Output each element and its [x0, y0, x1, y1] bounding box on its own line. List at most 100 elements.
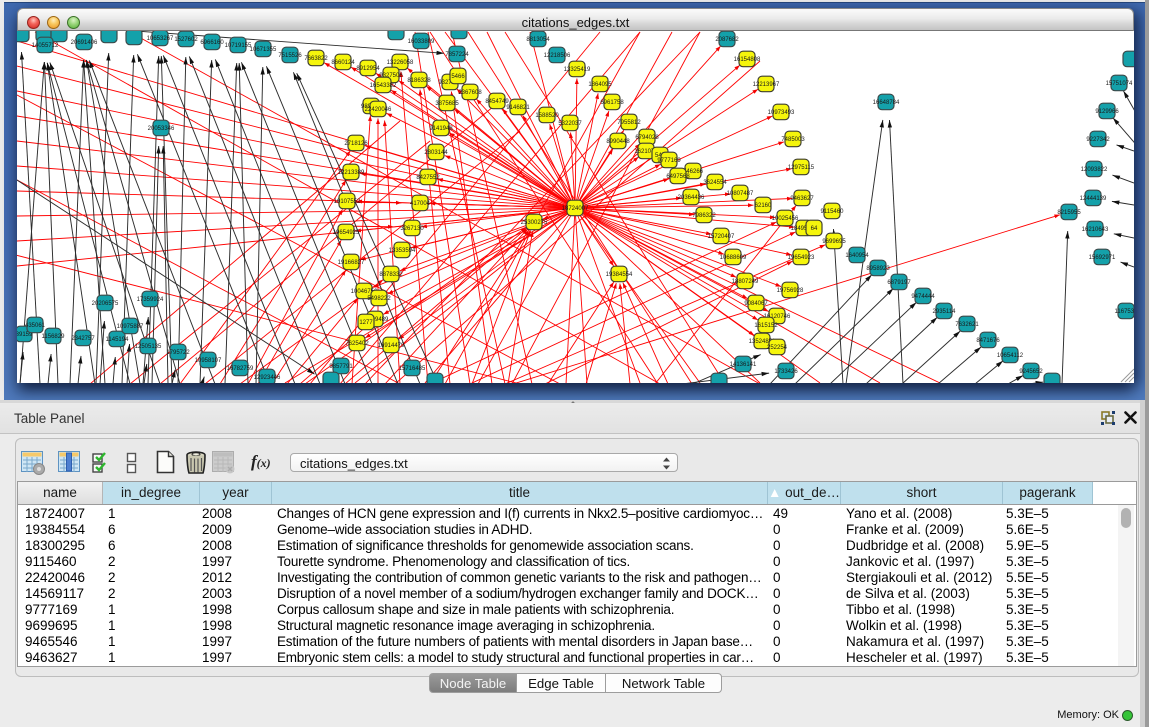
svg-text:435061: 435061	[25, 323, 46, 329]
svg-text:9084067: 9084067	[744, 301, 768, 307]
svg-text:10719155: 10719155	[225, 43, 252, 49]
svg-text:7955812: 7955812	[617, 120, 641, 126]
svg-text:16648784: 16648784	[873, 100, 900, 106]
svg-text:8813054: 8813054	[526, 37, 550, 43]
svg-text:6794028: 6794028	[635, 135, 659, 141]
svg-text:15692971: 15692971	[1089, 255, 1116, 261]
svg-text:13325419: 13325419	[564, 67, 591, 73]
svg-text:19166827: 19166827	[338, 260, 365, 266]
svg-text:9699695: 9699695	[822, 239, 846, 245]
svg-text:6879197: 6879197	[887, 280, 911, 286]
svg-text:7632621: 7632621	[955, 322, 979, 328]
svg-text:1527602: 1527602	[174, 37, 198, 43]
svg-text:16154808: 16154808	[734, 57, 761, 63]
svg-text:2718126: 2718126	[344, 141, 368, 147]
svg-text:3875685: 3875685	[435, 101, 459, 107]
svg-text:10671355: 10671355	[250, 47, 277, 53]
svg-text:19384554: 19384554	[606, 272, 633, 278]
svg-text:12923446: 12923446	[254, 375, 281, 381]
svg-text:12093822: 12093822	[1081, 167, 1108, 173]
svg-text:13353594: 13353594	[389, 248, 416, 254]
svg-text:8215955: 8215955	[1057, 210, 1081, 216]
svg-text:1156829: 1156829	[42, 334, 66, 340]
svg-text:8427552: 8427552	[416, 175, 440, 181]
svg-text:14055712: 14055712	[32, 43, 59, 49]
svg-text:15720407: 15720407	[708, 234, 735, 240]
svg-text:25300275: 25300275	[521, 220, 548, 226]
svg-text:1615152: 1615152	[754, 323, 778, 329]
svg-text:15751074: 15751074	[1106, 81, 1133, 87]
svg-text:12505135: 12505135	[135, 344, 162, 350]
svg-text:20364436: 20364436	[678, 195, 705, 201]
svg-text:6497568: 6497568	[666, 174, 690, 180]
svg-text:1167533: 1167533	[1115, 309, 1134, 315]
svg-text:10807487: 10807487	[727, 191, 754, 197]
svg-text:8878332: 8878332	[379, 272, 403, 278]
svg-text:9857791: 9857791	[329, 364, 353, 370]
svg-text:8186328: 8186328	[407, 78, 431, 84]
svg-text:1640954: 1640954	[845, 253, 869, 259]
svg-text:20053346: 20053346	[148, 126, 175, 132]
svg-text:9474444: 9474444	[911, 294, 935, 300]
svg-text:8912954: 8912954	[356, 66, 380, 72]
svg-text:1733426: 1733426	[774, 369, 798, 375]
svg-text:14136141: 14136141	[730, 362, 757, 368]
svg-text:12444139: 12444139	[1080, 196, 1107, 202]
svg-text:20691406: 20691406	[71, 40, 98, 46]
svg-text:20206575: 20206575	[92, 301, 119, 307]
svg-text:10107552: 10107552	[334, 199, 361, 205]
svg-text:9141948: 9141948	[429, 126, 453, 132]
svg-text:7515526: 7515526	[278, 53, 302, 59]
svg-text:7857224: 7857224	[445, 52, 469, 58]
svg-text:16033809: 16033809	[408, 39, 435, 45]
svg-text:7625402: 7625402	[345, 341, 369, 347]
svg-text:2087682: 2087682	[715, 37, 739, 43]
svg-text:12213389: 12213389	[338, 170, 365, 176]
svg-text:5498222: 5498222	[367, 296, 391, 302]
svg-text:64: 64	[811, 226, 818, 232]
svg-text:3267130: 3267130	[400, 226, 424, 232]
svg-text:9227342: 9227342	[1086, 137, 1110, 143]
svg-text:16914479: 16914479	[378, 343, 405, 349]
svg-text:19654923: 19654923	[788, 255, 815, 261]
svg-text:10654112: 10654112	[997, 353, 1024, 359]
svg-text:13226058: 13226058	[387, 60, 414, 66]
svg-text:6961758: 6961758	[600, 100, 624, 106]
svg-text:10025456: 10025456	[772, 216, 799, 222]
svg-text:16782759: 16782759	[227, 366, 254, 372]
svg-text:7485003: 7485003	[781, 137, 805, 143]
svg-text:1277: 1277	[359, 320, 373, 326]
svg-text:8990448: 8990448	[606, 139, 630, 145]
svg-text:5466: 5466	[451, 74, 465, 80]
svg-text:2367608: 2367608	[458, 90, 482, 96]
svg-text:7986322: 7986322	[692, 213, 716, 219]
svg-text:9245652: 9245652	[1019, 369, 1043, 375]
svg-text:1588520: 1588520	[535, 113, 559, 119]
svg-text:9146821: 9146821	[506, 105, 530, 111]
svg-text:19756928: 19756928	[777, 288, 804, 294]
svg-text:62160: 62160	[755, 203, 772, 209]
svg-text:10958107: 10958107	[195, 358, 222, 364]
svg-text:8471676: 8471676	[976, 338, 1000, 344]
svg-text:18724007: 18724007	[562, 206, 589, 212]
svg-text:3624554: 3624554	[703, 180, 727, 186]
svg-text:12975115: 12975115	[788, 165, 815, 171]
svg-text:8660124: 8660124	[331, 60, 355, 66]
svg-text:12218506: 12218506	[544, 53, 571, 59]
svg-text:10653267: 10653267	[147, 36, 174, 42]
svg-text:10688609: 10688609	[720, 255, 747, 261]
svg-text:417004: 417004	[410, 201, 431, 207]
svg-text:10975887: 10975887	[117, 324, 144, 330]
svg-text:9115460: 9115460	[821, 209, 845, 215]
svg-text:2342757: 2342757	[71, 336, 95, 342]
svg-text:16210643: 16210643	[1082, 227, 1109, 233]
svg-text:19654925: 19654925	[333, 230, 360, 236]
svg-text:8958923: 8958923	[866, 266, 890, 272]
svg-text:22420046: 22420046	[365, 107, 392, 113]
svg-text:2803144: 2803144	[424, 150, 448, 156]
svg-text:17359924: 17359924	[137, 297, 164, 303]
svg-text:1795722: 1795722	[166, 350, 190, 356]
svg-text:18807249: 18807249	[732, 279, 759, 285]
svg-text:2935114: 2935114	[933, 309, 957, 315]
svg-text:15716485: 15716485	[399, 366, 426, 372]
